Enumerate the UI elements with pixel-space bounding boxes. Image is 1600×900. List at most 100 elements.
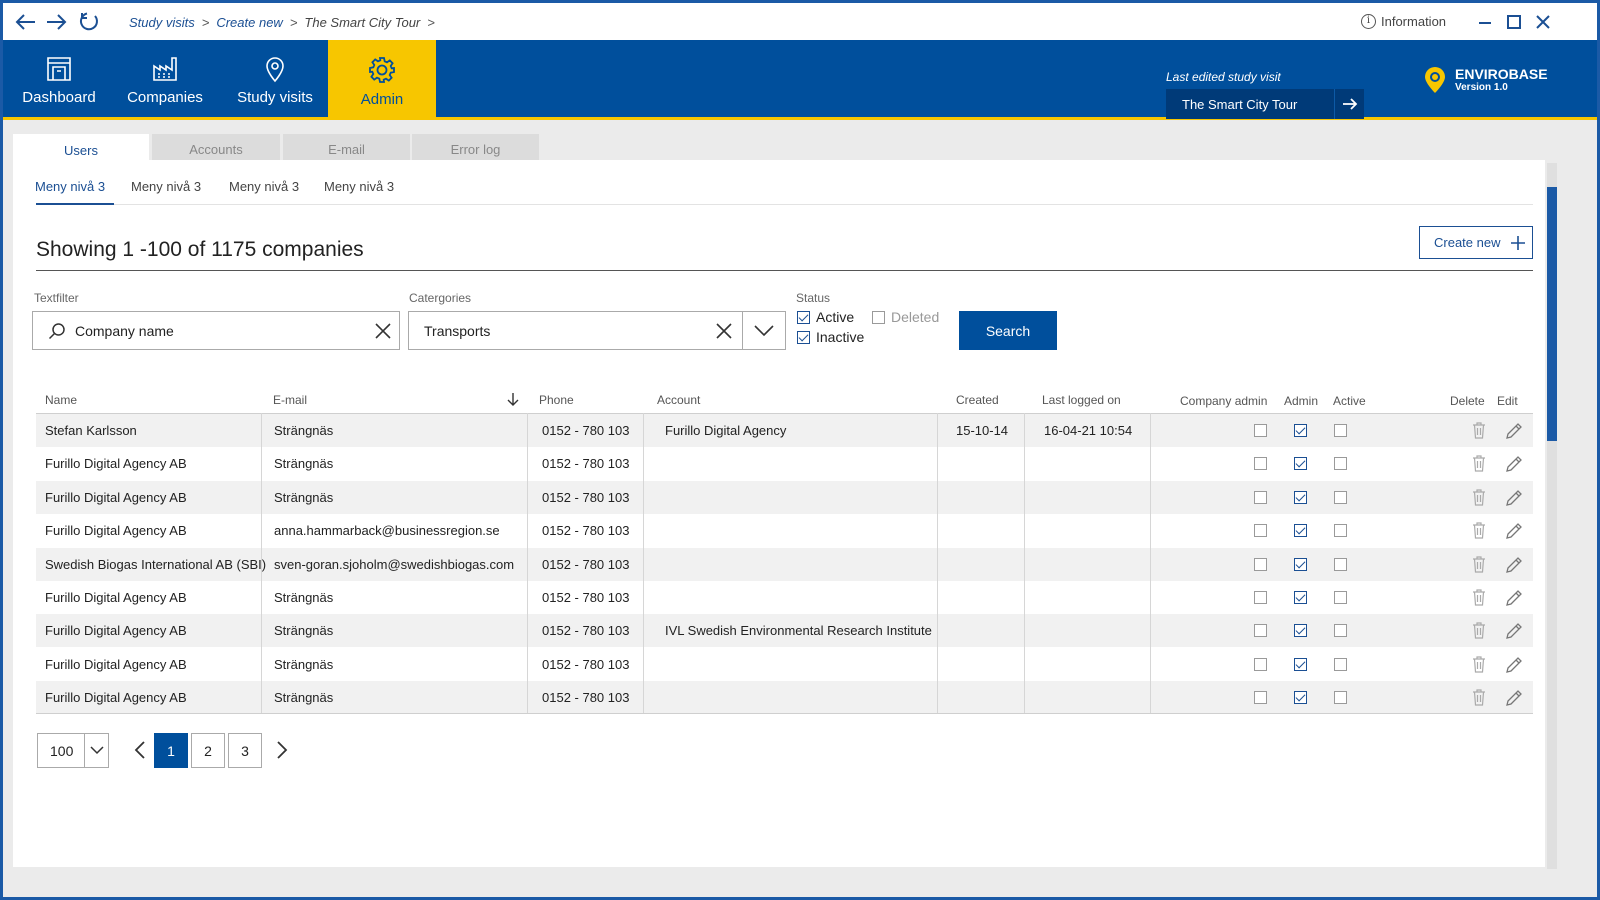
active-checkbox[interactable] <box>1334 424 1347 437</box>
next-page-icon[interactable] <box>271 740 291 760</box>
tab-label: Study visits <box>237 89 313 106</box>
tab-study-visits[interactable]: Study visits <box>225 40 325 120</box>
pencil-icon[interactable] <box>1505 589 1523 612</box>
back-arrow-icon[interactable] <box>15 11 37 33</box>
pencil-icon[interactable] <box>1505 522 1523 545</box>
col-header-account[interactable]: Account <box>657 393 700 407</box>
admin-checkbox[interactable] <box>1294 691 1307 705</box>
dashboard-icon <box>47 57 71 81</box>
active-checkbox[interactable] <box>1334 557 1347 571</box>
textfilter-input[interactable]: Company name <box>32 311 400 350</box>
trash-icon[interactable] <box>1472 589 1486 611</box>
sort-down-icon[interactable] <box>507 392 519 407</box>
checkbox-checked[interactable] <box>797 330 810 344</box>
breadcrumb-create-new[interactable]: Create new <box>216 15 282 30</box>
create-new-button[interactable]: Create new <box>1419 226 1533 259</box>
per-page-select[interactable]: 100 <box>37 733 109 768</box>
company-admin-checkbox[interactable] <box>1254 424 1267 437</box>
admin-checkbox[interactable] <box>1294 524 1307 538</box>
pencil-icon[interactable] <box>1505 622 1523 645</box>
arrow-right-icon[interactable] <box>1334 89 1364 119</box>
trash-icon[interactable] <box>1472 522 1486 544</box>
status-inactive-checkbox[interactable]: Inactive <box>797 329 864 345</box>
admin-checkbox[interactable] <box>1294 557 1307 571</box>
company-admin-checkbox[interactable] <box>1254 624 1267 638</box>
admin-checkbox[interactable] <box>1294 591 1307 604</box>
status-label: Status <box>796 291 831 305</box>
col-header-email[interactable]: E-mail <box>273 393 307 407</box>
page-button-3[interactable]: 3 <box>228 733 262 768</box>
cell-name: Furillo Digital Agency AB <box>45 523 187 539</box>
clear-icon[interactable] <box>375 323 391 339</box>
tab-companies[interactable]: Companies <box>115 40 215 120</box>
tab-dashboard[interactable]: Dashboard <box>12 40 106 120</box>
col-header-phone[interactable]: Phone <box>539 393 574 407</box>
trash-icon[interactable] <box>1472 656 1486 678</box>
maximize-icon[interactable] <box>1505 13 1523 31</box>
col-header-last-logged[interactable]: Last logged on <box>1042 393 1121 407</box>
trash-icon[interactable] <box>1472 422 1486 444</box>
pencil-icon[interactable] <box>1505 656 1523 679</box>
checkbox-unchecked[interactable] <box>872 310 885 324</box>
active-checkbox[interactable] <box>1334 657 1347 671</box>
subtab-meny-3[interactable]: Meny nivå 3 <box>229 179 299 194</box>
column-divider <box>1150 413 1151 713</box>
company-admin-checkbox[interactable] <box>1254 457 1267 471</box>
col-header-created[interactable]: Created <box>956 393 999 407</box>
cell-phone: 0152 - 780 103 <box>542 623 630 639</box>
categories-select[interactable]: Transports <box>408 311 786 350</box>
admin-checkbox[interactable] <box>1294 657 1307 671</box>
admin-checkbox[interactable] <box>1294 490 1307 504</box>
active-checkbox[interactable] <box>1334 524 1347 538</box>
pencil-icon[interactable] <box>1505 422 1523 445</box>
last-edited-link[interactable]: The Smart City Tour <box>1166 89 1364 119</box>
trash-icon[interactable] <box>1472 555 1486 578</box>
breadcrumb-study-visits[interactable]: Study visits <box>129 15 195 30</box>
admin-checkbox[interactable] <box>1294 624 1307 638</box>
active-checkbox[interactable] <box>1334 591 1347 604</box>
admin-checkbox[interactable] <box>1294 424 1307 437</box>
page-button-1[interactable]: 1 <box>154 733 188 768</box>
close-icon[interactable] <box>1534 13 1552 31</box>
search-button[interactable]: Search <box>959 311 1057 350</box>
status-active-checkbox[interactable]: Active <box>797 309 854 325</box>
active-checkbox[interactable] <box>1334 457 1347 471</box>
subtab-meny-2[interactable]: Meny nivå 3 <box>131 179 201 194</box>
col-header-name[interactable]: Name <box>45 393 77 407</box>
tab-admin[interactable]: Admin <box>328 40 436 120</box>
trash-icon[interactable] <box>1472 455 1486 477</box>
tab-users[interactable]: Users <box>13 134 149 162</box>
minimize-icon[interactable] <box>1476 13 1494 31</box>
pencil-icon[interactable] <box>1505 556 1523 579</box>
subtab-meny-1[interactable]: Meny nivå 3 <box>35 179 105 194</box>
information-button[interactable]: i Information <box>1361 14 1446 29</box>
pencil-icon[interactable] <box>1505 489 1523 512</box>
pencil-icon[interactable] <box>1505 455 1523 478</box>
chevron-down-icon[interactable] <box>754 325 774 337</box>
company-admin-checkbox[interactable] <box>1254 691 1267 705</box>
clear-icon[interactable] <box>716 323 732 339</box>
scrollbar-thumb[interactable] <box>1547 187 1557 441</box>
refresh-icon[interactable] <box>78 11 100 33</box>
company-admin-checkbox[interactable] <box>1254 657 1267 671</box>
company-admin-checkbox[interactable] <box>1254 490 1267 504</box>
trash-icon[interactable] <box>1472 689 1486 711</box>
active-checkbox[interactable] <box>1334 490 1347 504</box>
subtab-meny-4[interactable]: Meny nivå 3 <box>324 179 394 194</box>
admin-checkbox[interactable] <box>1294 457 1307 471</box>
previous-page-icon[interactable] <box>131 740 151 760</box>
company-admin-checkbox[interactable] <box>1254 557 1267 571</box>
chevron-down-icon[interactable] <box>84 734 108 767</box>
trash-icon[interactable] <box>1472 622 1486 644</box>
pencil-icon[interactable] <box>1505 689 1523 712</box>
company-admin-checkbox[interactable] <box>1254 591 1267 604</box>
company-admin-checkbox[interactable] <box>1254 524 1267 538</box>
page-button-2[interactable]: 2 <box>191 733 225 768</box>
trash-icon[interactable] <box>1472 489 1486 511</box>
active-checkbox[interactable] <box>1334 691 1347 705</box>
status-deleted-checkbox[interactable]: Deleted <box>872 309 939 325</box>
checkbox-checked[interactable] <box>797 310 810 324</box>
forward-arrow-icon[interactable] <box>45 11 67 33</box>
active-checkbox[interactable] <box>1334 624 1347 638</box>
table-bottom-divider <box>36 713 1533 714</box>
